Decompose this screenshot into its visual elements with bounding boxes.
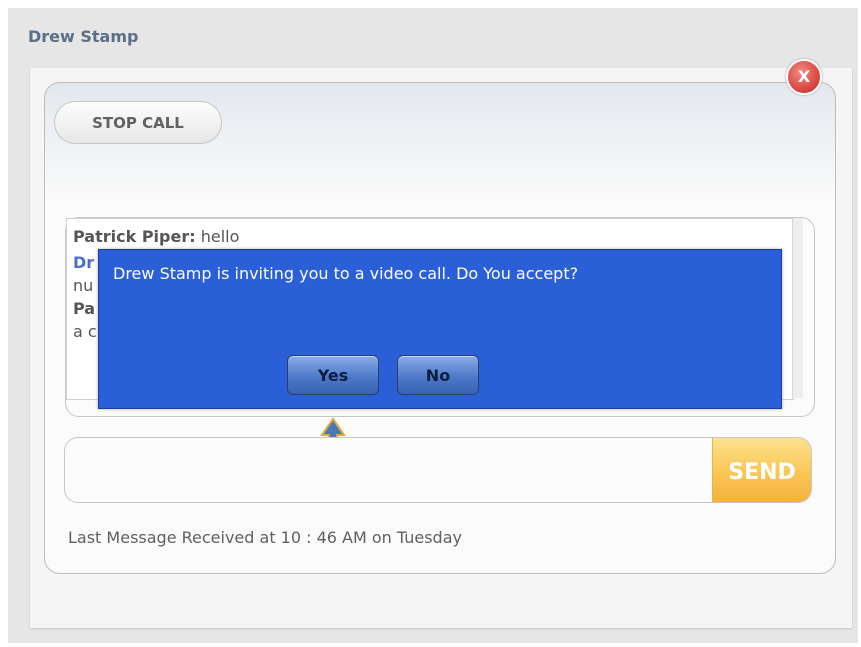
message-line: nu: [73, 275, 93, 297]
close-icon: X: [797, 67, 811, 86]
message-text: nu: [73, 276, 94, 295]
video-call-invite-dialog: Drew Stamp is inviting you to a video ca…: [98, 249, 782, 409]
last-message-status: Last Message Received at 10 : 46 AM on T…: [68, 528, 462, 547]
message-text: hello: [195, 227, 240, 246]
window-title: Drew Stamp: [28, 27, 139, 46]
stop-call-button[interactable]: STOP CALL: [54, 101, 222, 144]
message-sender: Dr: [73, 253, 95, 272]
message-line: a c: [73, 321, 97, 343]
send-button[interactable]: SEND: [712, 438, 811, 502]
message-scrollbar[interactable]: [792, 218, 803, 398]
composer: SEND: [64, 437, 812, 503]
accept-call-button[interactable]: Yes: [287, 355, 379, 395]
message-line: Dr: [73, 252, 94, 274]
close-button[interactable]: X: [786, 59, 822, 95]
message-sender: Pa: [73, 299, 96, 318]
message-sender: Patrick Piper:: [73, 227, 196, 246]
message-input[interactable]: [65, 438, 713, 502]
message-line: Pa: [73, 298, 95, 320]
dialog-message: Drew Stamp is inviting you to a video ca…: [113, 264, 579, 283]
message-line: Patrick Piper: hello: [73, 226, 239, 248]
decline-call-button[interactable]: No: [397, 355, 479, 395]
message-text: a c: [73, 322, 97, 341]
